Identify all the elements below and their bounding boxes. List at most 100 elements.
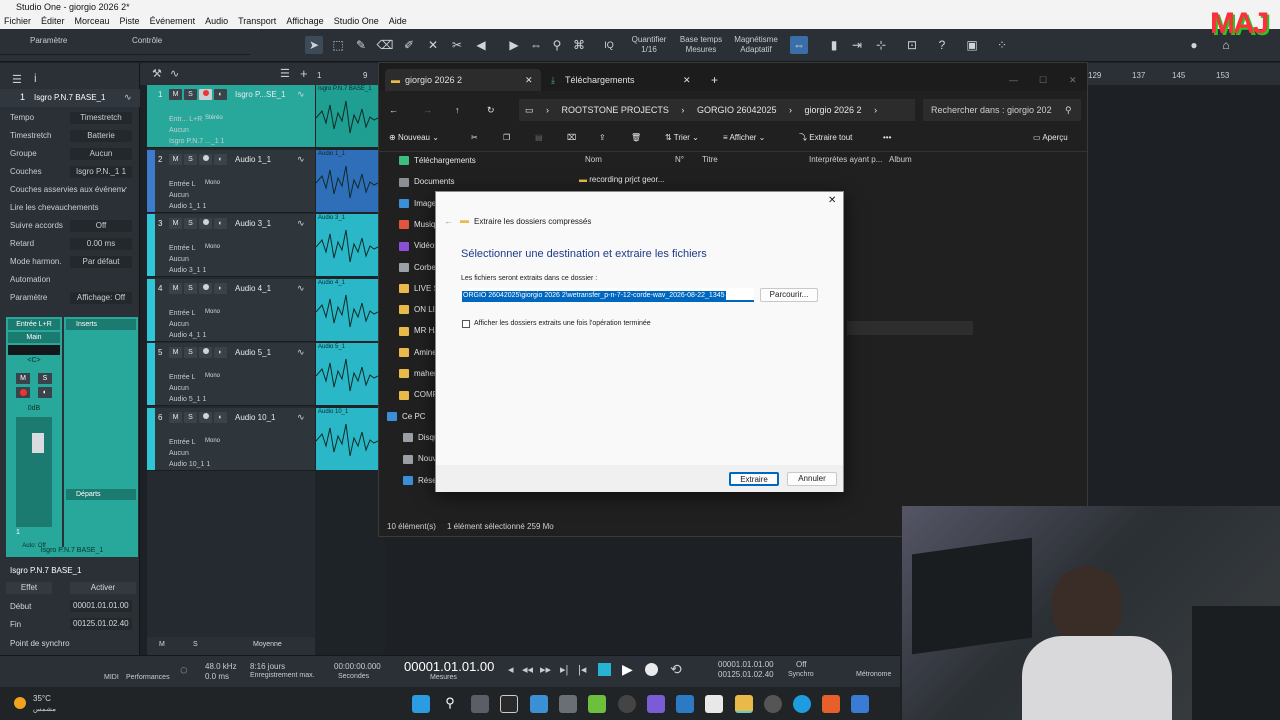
solo-button[interactable]: S [184, 218, 197, 229]
channel-pan[interactable]: <C> [8, 357, 60, 367]
extract-all-button[interactable]: ⤵ Extraire tout [799, 129, 852, 147]
paint-tool-icon[interactable]: ✐ [400, 36, 418, 54]
share-icon[interactable]: ⇪ [599, 129, 606, 147]
inspector-row-value[interactable]: Aucun [70, 148, 132, 160]
app-icon[interactable] [647, 695, 665, 713]
weather-temp[interactable]: 35°C [33, 694, 51, 703]
search-icon[interactable]: ⚲ [441, 695, 459, 713]
track-lane[interactable]: Audio 4_1 1 [169, 331, 249, 341]
info-icon[interactable]: i [34, 71, 37, 85]
refresh-icon[interactable]: ↻ [487, 99, 495, 121]
channel-input[interactable]: Entrée L+R [8, 319, 60, 330]
dialog-close-icon[interactable]: ✕ [828, 195, 836, 206]
mute-tool-icon[interactable]: ✕ [424, 36, 442, 54]
menu-item[interactable]: Piste [120, 14, 140, 29]
inspector-row-value[interactable]: ✓ [118, 184, 132, 196]
rewind-icon[interactable]: ◂◂ [522, 663, 533, 676]
record-arm-button[interactable] [199, 347, 212, 358]
loop-start[interactable]: 00001.01.01.00 [718, 660, 774, 669]
loop-end[interactable]: 00125.01.02.40 [718, 670, 774, 679]
time-seconds[interactable]: 00:00:00.000 [334, 662, 381, 671]
rewind-start-icon[interactable]: ◂ [508, 663, 514, 676]
global-solo[interactable]: S [193, 641, 198, 648]
effect-tab[interactable]: Effet [6, 582, 52, 594]
track-name[interactable]: Audio 1_1 [235, 154, 293, 165]
track-name[interactable]: Audio 3_1 [235, 218, 293, 229]
windows-start-icon[interactable] [412, 695, 430, 713]
end-value[interactable]: 00125.01.02.40 [70, 618, 132, 630]
copy-icon[interactable]: ❐ [503, 129, 510, 147]
follow-icon[interactable]: ⇥ [848, 36, 866, 54]
maximize-icon[interactable]: ☐ [1039, 69, 1047, 91]
user-icon[interactable]: ● [1185, 36, 1203, 54]
timebase-value[interactable]: Mesures [677, 45, 725, 55]
solo-button[interactable]: S [184, 89, 197, 100]
nav-item[interactable]: COMP [399, 385, 438, 405]
nav-item[interactable]: Téléchargements [399, 151, 476, 171]
track-name[interactable]: Isgro P...SE_1 [235, 89, 293, 100]
track-name[interactable]: Audio 10_1 [235, 412, 293, 423]
app-icon[interactable] [559, 695, 577, 713]
quantize-value[interactable]: 1/16 [625, 45, 673, 55]
monitor-icon[interactable]: ◐ [214, 153, 227, 165]
monitor-icon[interactable]: ◐ [38, 387, 52, 398]
inspector-row-value[interactable]: Par défaut [70, 256, 132, 268]
solo-button[interactable]: S [184, 282, 197, 294]
address-bar[interactable]: ▭ › ROOTSTONE PROJECTS › GORGIO 26042025… [519, 99, 915, 121]
inspector-row-value[interactable]: Isgro P.N._1 1 [70, 166, 132, 178]
sync-value[interactable]: Off [796, 660, 807, 669]
track-name[interactable]: Audio 5_1 [235, 347, 293, 358]
new-tab-icon[interactable]: + [711, 69, 718, 91]
pencil-tool-icon[interactable]: ✎ [352, 36, 370, 54]
nav-item[interactable]: MR HA [399, 321, 440, 341]
solo-button[interactable]: S [184, 347, 197, 358]
forward-icon[interactable]: → [423, 99, 432, 121]
stop-button[interactable] [598, 663, 611, 676]
monitor-icon[interactable]: ◐ [214, 218, 227, 229]
menu-item[interactable]: Affichage [286, 14, 323, 29]
tab-giorgio[interactable]: ▬ giorgio 2026 2 ✕ [385, 69, 541, 91]
audio-clip[interactable]: Audio 1_1 [315, 149, 379, 212]
mute-button[interactable]: M [169, 153, 182, 165]
snap-toggle-icon[interactable]: ⇔ [790, 36, 808, 54]
loop-icon[interactable]: ⟲ [670, 661, 682, 678]
record-arm-button[interactable] [199, 218, 212, 229]
play-button[interactable]: ▶ [622, 661, 633, 678]
track-lane[interactable]: Isgro P.N.7 ..._1 1 [169, 137, 249, 147]
track-height-select[interactable]: Moyenne [253, 641, 282, 648]
paste-icon[interactable]: ▤ [535, 129, 543, 147]
app-icon[interactable] [588, 695, 606, 713]
automation-icon[interactable]: ∿ [170, 67, 179, 80]
track-lane[interactable]: Audio 3_1 1 [169, 266, 249, 276]
menu-item[interactable]: Aide [389, 14, 407, 29]
column-header-artists[interactable]: Interprètes ayant p... [809, 153, 882, 167]
solo-button[interactable]: S [184, 411, 197, 423]
nav-item[interactable]: Ce PC [387, 407, 426, 427]
new-button[interactable]: ⊕ Nouveau ⌄ [389, 129, 439, 147]
menu-item[interactable]: Éditer [41, 14, 65, 29]
edge-icon[interactable] [793, 695, 811, 713]
track-header[interactable]: 1 M S ◐ Isgro P...SE_1 ∿ Entr... L+R Stéréo Aucu… [147, 85, 315, 148]
range-tool-icon[interactable]: ⬚ [329, 36, 347, 54]
track-header[interactable]: 3 M S ◐ Audio 3_1 ∿ Entrée L Mono Aucun Audio 3_1… [147, 214, 315, 277]
inspector-row-value[interactable]: Off [70, 220, 132, 232]
inspector-row-value[interactable]: Batterie [70, 130, 132, 142]
show-extracted-checkbox[interactable] [462, 320, 470, 328]
arrow-tool-icon[interactable]: ➤ [305, 36, 323, 54]
inserts-header[interactable]: Inserts [66, 319, 136, 330]
close-tab-icon[interactable]: ✕ [525, 69, 533, 91]
loop-back-icon[interactable]: |◂ [578, 663, 586, 676]
metronome-tool-icon[interactable]: ⌘ [570, 36, 588, 54]
up-icon[interactable]: ↑ [455, 99, 460, 121]
app-icon[interactable] [764, 695, 782, 713]
cursor-follow-icon[interactable]: ⊹ [872, 36, 890, 54]
preview-button[interactable]: ▭ Aperçu [1033, 129, 1068, 147]
audio-clip[interactable]: Isgro P.N.7 BASE_1 [315, 85, 379, 147]
track-header[interactable]: 5 M S ◐ Audio 5_1 ∿ Entrée L Mono Aucun Audio 5_1… [147, 343, 315, 406]
column-header-name[interactable]: Nom [585, 153, 602, 167]
mute-button[interactable]: M [169, 347, 182, 358]
inspector-row-value[interactable]: Timestretch [70, 112, 132, 124]
channel-mute-button[interactable]: M [16, 373, 30, 384]
dialog-back-icon[interactable]: ← [444, 216, 453, 226]
fast-forward-icon[interactable]: ▸▸ [540, 663, 551, 676]
